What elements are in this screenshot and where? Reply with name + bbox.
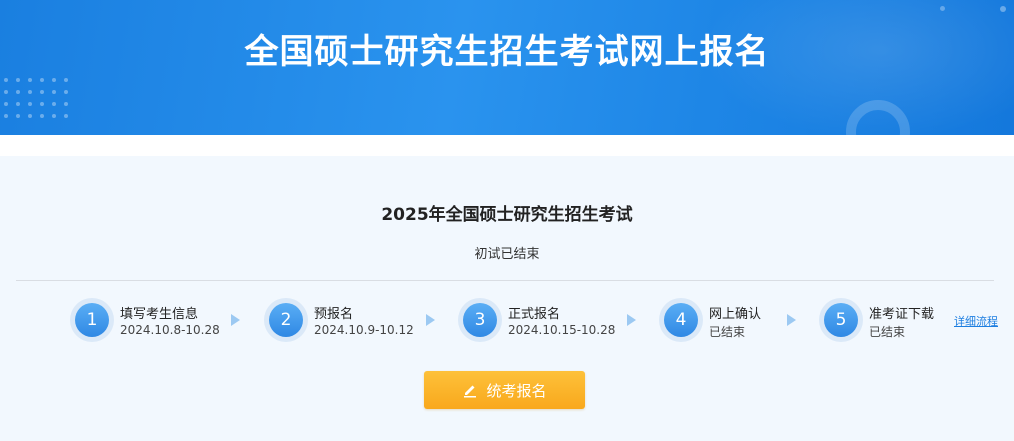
- chevron-right-icon: [426, 314, 435, 326]
- chevron-right-icon: [627, 314, 636, 326]
- step-number-badge: 1: [70, 298, 114, 342]
- step-number-badge: 3: [458, 298, 502, 342]
- banner-dot: [16, 90, 20, 94]
- banner-dot: [64, 102, 68, 106]
- header-banner: 全国硕士研究生招生考试网上报名: [0, 0, 1014, 135]
- banner-dot: [4, 90, 8, 94]
- banner-dot: [28, 114, 32, 118]
- step-number-badge: 2: [264, 298, 308, 342]
- exam-title: 2025年全国硕士研究生招生考试: [381, 205, 633, 225]
- step-date: 2024.10.15-10.28: [508, 323, 616, 337]
- step-label: 填写考生信息: [120, 307, 199, 322]
- banner-dot: [940, 6, 945, 11]
- step-label: 网上确认: [709, 307, 762, 322]
- banner-dot: [4, 78, 8, 82]
- step-date: 2024.10.9-10.12: [314, 323, 414, 337]
- banner-dot: [40, 90, 44, 94]
- banner-dot: [28, 78, 32, 82]
- detail-flow-link[interactable]: 详细流程: [954, 313, 998, 329]
- step-number-badge: 5: [819, 298, 863, 342]
- step-label: 正式报名: [508, 307, 561, 322]
- divider: [16, 280, 994, 281]
- page-title: 全国硕士研究生招生考试网上报名: [244, 32, 770, 72]
- pencil-icon: [462, 382, 478, 398]
- banner-dot: [28, 102, 32, 106]
- banner-dot: [52, 78, 56, 82]
- banner-dot: [64, 90, 68, 94]
- register-button[interactable]: 统考报名: [424, 371, 585, 409]
- step-date: 2024.10.8-10.28: [120, 323, 220, 337]
- banner-dot: [52, 114, 56, 118]
- step-number-badge: 4: [659, 298, 703, 342]
- banner-dot: [64, 78, 68, 82]
- chevron-right-icon: [787, 314, 796, 326]
- step-label: 准考证下载: [869, 307, 935, 322]
- step-date: 已结束: [709, 325, 746, 339]
- banner-dot: [28, 90, 32, 94]
- banner-dot: [16, 102, 20, 106]
- banner-dot: [4, 102, 8, 106]
- banner-dot: [40, 102, 44, 106]
- banner-dot: [52, 90, 56, 94]
- banner-dot: [40, 78, 44, 82]
- step-date: 已结束: [869, 325, 906, 339]
- register-button-label: 统考报名: [486, 381, 547, 400]
- exam-status: 初试已结束: [474, 247, 540, 262]
- banner-dot-pattern: [4, 78, 76, 126]
- banner-dot: [4, 114, 8, 118]
- banner-dot: [64, 114, 68, 118]
- chevron-right-icon: [231, 314, 240, 326]
- banner-dot: [40, 114, 44, 118]
- banner-dot: [16, 78, 20, 82]
- banner-dot: [52, 102, 56, 106]
- step-label: 预报名: [314, 307, 354, 322]
- banner-dot: [16, 114, 20, 118]
- banner-dot: [1000, 6, 1006, 12]
